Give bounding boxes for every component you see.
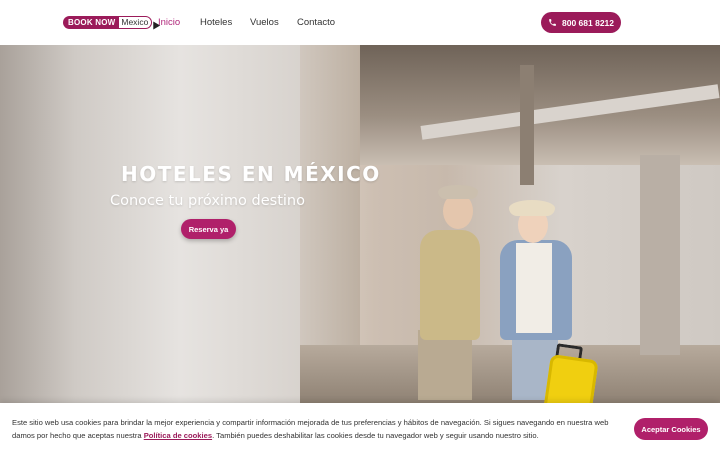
- cookie-text: Este sitio web usa cookies para brindar …: [12, 416, 622, 442]
- man-hat: [438, 185, 478, 199]
- phone-icon: [549, 19, 556, 26]
- nav-vuelos[interactable]: Vuelos: [250, 17, 279, 28]
- nav-hoteles[interactable]: Hoteles: [200, 17, 232, 28]
- nav-contacto[interactable]: Contacto: [297, 17, 335, 28]
- cookie-text-after: . También puedes deshabilitar las cookie…: [212, 431, 539, 440]
- hero-title: HOTELES EN MÉXICO: [121, 162, 381, 186]
- ceiling-beam: [520, 65, 534, 185]
- reserve-button[interactable]: Reserva ya: [181, 219, 236, 239]
- hero-banner: [0, 45, 720, 403]
- hero-subtitle: Conoce tu próximo destino: [110, 193, 305, 209]
- phone-button[interactable]: 800 681 8212: [541, 12, 621, 33]
- phone-number: 800 681 8212: [562, 17, 614, 28]
- site-header: BOOK NOW Mexico Inicio Hoteles Vuelos Co…: [0, 0, 720, 45]
- site-logo[interactable]: BOOK NOW Mexico: [63, 16, 161, 30]
- logo-book-now: BOOK NOW: [63, 16, 120, 29]
- man-figure: [418, 330, 472, 400]
- hero-pillar: [0, 45, 300, 403]
- man-figure: [420, 230, 480, 340]
- accept-cookies-button[interactable]: Aceptar Cookies: [634, 418, 708, 440]
- cookie-policy-link[interactable]: Política de cookies: [144, 431, 212, 440]
- hero-column: [640, 155, 680, 355]
- logo-mexico: Mexico: [119, 16, 153, 29]
- woman-hat: [509, 200, 555, 216]
- woman-figure: [516, 243, 552, 333]
- nav-inicio[interactable]: Inicio: [158, 17, 180, 28]
